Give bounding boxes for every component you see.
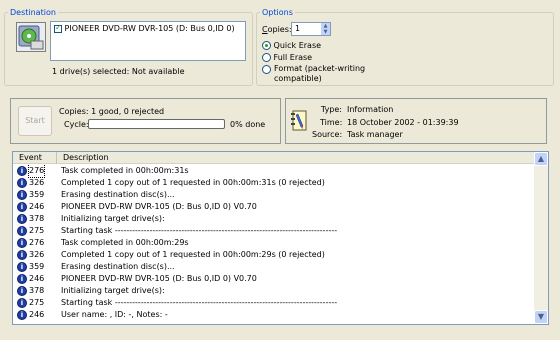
copies-value: 1 [295, 24, 301, 33]
log-event-id: 246 [29, 274, 45, 283]
log-description: PIONEER DVD-RW DVR-105 (D: Bus 0,ID 0) V… [61, 202, 257, 211]
info-icon: i [17, 202, 27, 212]
destination-status: 1 drive(s) selected: Not available [52, 67, 185, 76]
log-row[interactable]: i 378 Initializing target drive(s): [13, 213, 533, 225]
radio-button[interactable] [262, 41, 271, 50]
log-row[interactable]: i 359 Erasing destination disc(s)... [13, 189, 533, 201]
percent-done: 0% done [230, 120, 266, 129]
column-header-description[interactable]: Description [57, 152, 535, 164]
log-description: Initializing target drive(s): [61, 214, 165, 223]
info-icon: i [17, 214, 27, 224]
info-icon: i [17, 262, 27, 272]
cycle-progress-bar [88, 119, 225, 129]
column-event-label: Event [19, 153, 42, 162]
log-description: Initializing target drive(s): [61, 286, 165, 295]
time-label: Time: [320, 118, 343, 127]
event-log-list[interactable]: Event Description i 276 Task completed in … [12, 151, 549, 325]
log-row[interactable]: i 378 Initializing target drive(s): [13, 285, 533, 297]
start-label: Start [25, 116, 45, 125]
log-event-id: 276 [29, 238, 45, 247]
start-button[interactable]: Start [18, 106, 52, 136]
log-description: Erasing destination disc(s)... [61, 262, 175, 271]
log-event-id: 275 [29, 298, 45, 307]
log-description: Task completed in 00h:00m:29s [61, 238, 189, 247]
time-value: 18 October 2002 - 01:39:39 [347, 118, 459, 127]
radio-label: Full Erase [273, 53, 313, 62]
column-description-label: Description [63, 153, 109, 162]
log-row[interactable]: i 275 Starting task ----------------------… [13, 225, 533, 237]
type-value: Information [347, 105, 394, 114]
log-row[interactable]: i 246 User name: , ID: -, Notes: - [13, 309, 533, 321]
log-row[interactable]: i 359 Erasing destination disc(s)... [13, 261, 533, 273]
log-event-id: 326 [29, 250, 45, 259]
log-event-id: 378 [29, 286, 45, 295]
log-description: Completed 1 copy out of 1 requested in 0… [61, 178, 325, 187]
copies-label: Copies: [262, 25, 292, 34]
log-rows: i 276 Task completed in 00h:00m:31s i 326 Com… [13, 165, 535, 324]
drive-item[interactable]: ✓ PIONEER DVD-RW DVR-105 (D: Bus 0,ID 0) [54, 23, 235, 35]
column-header-event[interactable]: Event [13, 152, 57, 164]
log-description: Completed 1 copy out of 1 requested in 0… [61, 250, 325, 259]
log-event-id: 276 [27, 165, 46, 178]
info-icon: i [17, 274, 27, 284]
info-icon: i [17, 310, 27, 320]
drive-checkbox[interactable]: ✓ [54, 23, 62, 33]
log-event-id: 246 [29, 310, 45, 319]
source-value: Task manager [347, 130, 403, 139]
drive-icon [16, 22, 46, 52]
scroll-down-button[interactable]: ▼ [534, 310, 548, 324]
radio-label: Format (packet-writing compatible) [274, 64, 366, 83]
options-legend: Options [262, 8, 293, 17]
log-event-id: 359 [29, 262, 45, 271]
destination-legend: Destination [10, 8, 56, 17]
log-row[interactable]: i 326 Completed 1 copy out of 1 requested … [13, 177, 533, 189]
info-icon: i [17, 226, 27, 236]
log-event-id: 275 [29, 226, 45, 235]
info-icon: i [17, 166, 27, 176]
log-row[interactable]: i 275 Starting task ----------------------… [13, 297, 533, 309]
radio-format[interactable]: Format (packet-writing compatible) [262, 64, 372, 84]
log-row[interactable]: i 246 PIONEER DVD-RW DVR-105 (D: Bus 0,ID … [13, 273, 533, 285]
log-description: User name: , ID: -, Notes: - [61, 310, 168, 319]
log-row[interactable]: i 246 PIONEER DVD-RW DVR-105 (D: Bus 0,ID … [13, 201, 533, 213]
type-label: Type: [320, 105, 342, 114]
source-label: Source: [312, 130, 343, 139]
log-description: Task completed in 00h:00m:31s [61, 166, 189, 175]
radio-label: Quick Erase [273, 41, 322, 50]
info-icon: i [17, 238, 27, 248]
log-row[interactable]: i 276 Task completed in 00h:00m:31s [13, 165, 533, 178]
radio-quick-erase[interactable]: Quick Erase [262, 41, 321, 50]
log-row[interactable]: i 326 Completed 1 copy out of 1 requested … [13, 249, 533, 261]
log-description: Erasing destination disc(s)... [61, 190, 175, 199]
log-header: Event Description [13, 152, 535, 164]
radio-button[interactable] [262, 53, 271, 62]
drive-list[interactable]: ✓ PIONEER DVD-RW DVR-105 (D: Bus 0,ID 0) [50, 21, 246, 61]
info-icon: i [17, 286, 27, 296]
radio-full-erase[interactable]: Full Erase [262, 53, 312, 62]
log-event-id: 378 [29, 214, 45, 223]
info-icon: i [17, 178, 27, 188]
radio-button[interactable] [262, 65, 271, 74]
log-event-id: 359 [29, 190, 45, 199]
copies-spinner[interactable]: 1 ▲ ▼ [291, 22, 331, 36]
event-notebook-icon [290, 110, 308, 132]
spin-down-button[interactable]: ▼ [321, 29, 330, 35]
vertical-scrollbar[interactable]: ▲ ▼ [534, 152, 548, 324]
info-icon: i [17, 190, 27, 200]
info-icon: i [17, 298, 27, 308]
log-description: Starting task --------------------------… [61, 226, 338, 235]
log-description: PIONEER DVD-RW DVR-105 (D: Bus 0,ID 0) V… [61, 274, 257, 283]
info-icon: i [17, 250, 27, 260]
log-row[interactable]: i 276 Task completed in 00h:00m:29s [13, 237, 533, 249]
log-event-id: 326 [29, 178, 45, 187]
drive-label: PIONEER DVD-RW DVR-105 (D: Bus 0,ID 0) [64, 24, 235, 33]
cycle-label: Cycle: [64, 120, 89, 129]
scroll-up-button[interactable]: ▲ [534, 152, 548, 166]
copies-status: Copies: 1 good, 0 rejected [59, 107, 165, 116]
log-description: Starting task --------------------------… [61, 298, 338, 307]
log-event-id: 246 [29, 202, 45, 211]
